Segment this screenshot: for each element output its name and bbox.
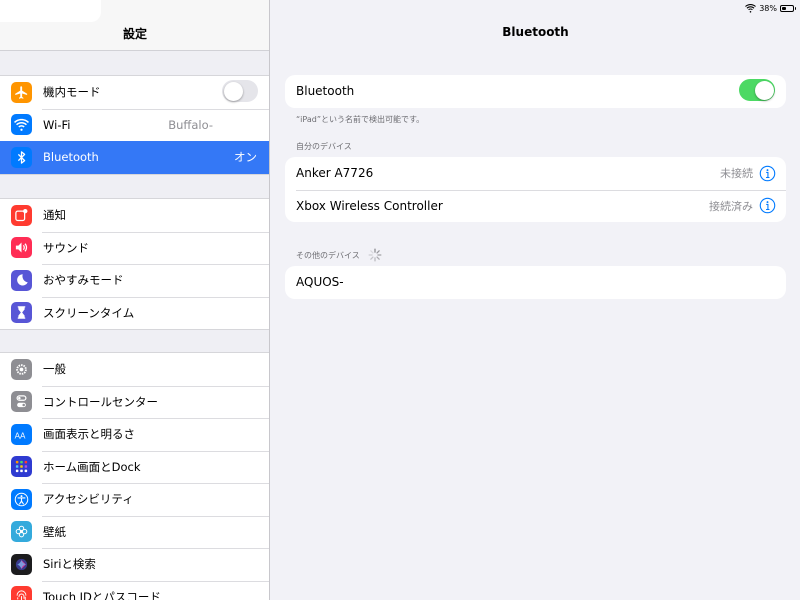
wifi-network-name: Buffalo- — [168, 117, 213, 132]
sidebar-item-label: アクセシビリティ — [43, 492, 134, 507]
device-row-anker[interactable]: Anker A7726 未接続 — [285, 157, 786, 190]
sound-icon — [11, 237, 32, 258]
device-name: AQUOS- — [296, 275, 344, 290]
sidebar-item-label: Bluetooth — [43, 150, 99, 165]
sidebar-item-bluetooth[interactable]: Bluetooth オン — [0, 141, 269, 174]
sidebar-header: 設定 — [0, 0, 269, 51]
fingerprint-icon — [11, 586, 32, 600]
sidebar-item-screen-time[interactable]: スクリーンタイム — [0, 296, 269, 330]
info-icon[interactable] — [759, 165, 776, 182]
moon-icon — [11, 269, 32, 291]
device-status: 未接続 — [720, 167, 753, 181]
switches-icon — [11, 391, 32, 412]
my-devices-list: Anker A7726 未接続 Xbox Wireless Controller… — [285, 157, 786, 222]
device-name: Xbox Wireless Controller — [296, 198, 443, 213]
gear-icon — [11, 358, 32, 380]
sidebar-item-label: 通知 — [43, 208, 66, 223]
other-devices-list: AQUOS- — [285, 266, 786, 299]
info-icon[interactable] — [759, 197, 776, 214]
sidebar-item-control-center[interactable]: コントロールセンター — [0, 385, 269, 419]
sidebar-item-home-screen-dock[interactable]: ホーム画面とDock — [0, 450, 269, 484]
sidebar-item-label: 壁紙 — [43, 524, 66, 539]
sidebar-item-label: サウンド — [43, 240, 89, 255]
home-grid-icon — [11, 456, 32, 477]
search-field[interactable] — [0, 0, 101, 22]
bluetooth-detail-pane: Bluetooth Bluetooth “iPad”という名前で検出可能です。 … — [271, 0, 800, 600]
device-row-aquos[interactable]: AQUOS- — [285, 266, 786, 299]
sidebar-item-siri-search[interactable]: Siriと検索 — [0, 548, 269, 581]
airplane-icon — [11, 81, 32, 103]
wifi-icon — [11, 114, 32, 135]
sidebar-item-display-brightness[interactable]: AA 画面表示と明るさ — [0, 418, 269, 451]
settings-sidebar: 設定 機内モード Wi-Fi Buffalo- Bluetooth オン 通知 … — [0, 0, 270, 600]
sidebar-item-accessibility[interactable]: アクセシビリティ — [0, 483, 269, 516]
bluetooth-toggle[interactable] — [739, 79, 775, 101]
toggle-knob — [754, 80, 774, 100]
svg-text:AA: AA — [15, 431, 26, 440]
siri-icon — [11, 553, 32, 575]
sidebar-group-general: 一般 コントロールセンター AA 画面表示と明るさ ホーム画面とDock アクセ… — [0, 352, 269, 600]
bluetooth-toggle-row: Bluetooth — [285, 75, 786, 108]
bluetooth-toggle-label: Bluetooth — [296, 84, 355, 99]
sidebar-item-notifications[interactable]: 通知 — [0, 199, 269, 232]
sidebar-item-label: Touch IDとパスコード — [43, 589, 161, 600]
sidebar-group-notifications: 通知 サウンド おやすみモード スクリーンタイム — [0, 198, 269, 330]
sidebar-item-label: コントロールセンター — [43, 394, 158, 409]
other-devices-header: その他のデバイス — [296, 248, 382, 262]
my-devices-header-label: 自分のデバイス — [296, 142, 352, 151]
device-row-xbox[interactable]: Xbox Wireless Controller 接続済み — [285, 189, 786, 223]
device-status: 接続済み — [709, 199, 753, 213]
text-size-icon: AA — [11, 423, 32, 445]
sidebar-item-label: Wi-Fi — [43, 117, 71, 132]
my-devices-header: 自分のデバイス — [296, 141, 352, 152]
sidebar-item-label: スクリーンタイム — [43, 305, 135, 320]
sidebar-item-label: 一般 — [43, 362, 66, 377]
flower-icon — [11, 521, 32, 542]
sidebar-group-connectivity: 機内モード Wi-Fi Buffalo- Bluetooth オン — [0, 75, 269, 175]
sidebar-item-wifi[interactable]: Wi-Fi Buffalo- — [0, 108, 269, 142]
loading-spinner-icon — [368, 248, 382, 262]
sidebar-item-wallpaper[interactable]: 壁紙 — [0, 515, 269, 549]
bluetooth-toggle-card: Bluetooth — [285, 75, 786, 108]
sidebar-item-label: 画面表示と明るさ — [43, 427, 135, 442]
sidebar-item-label: 機内モード — [43, 85, 101, 100]
other-devices-header-label: その他のデバイス — [296, 250, 360, 260]
notifications-icon — [11, 204, 32, 226]
bluetooth-icon — [11, 146, 32, 168]
discoverable-note: “iPad”という名前で検出可能です。 — [296, 115, 425, 124]
page-title: Bluetooth — [502, 25, 569, 39]
bluetooth-status-value: オン — [234, 150, 257, 165]
sidebar-item-do-not-disturb[interactable]: おやすみモード — [0, 264, 269, 297]
sidebar-item-general[interactable]: 一般 — [0, 353, 269, 386]
accessibility-icon — [11, 488, 32, 510]
hourglass-icon — [11, 302, 32, 323]
sidebar-item-airplane-mode[interactable]: 機内モード — [0, 76, 269, 109]
sidebar-item-sounds[interactable]: サウンド — [0, 231, 269, 265]
sidebar-item-label: ホーム画面とDock — [43, 459, 141, 474]
sidebar-item-label: Siriと検索 — [43, 557, 96, 572]
sidebar-item-label: おやすみモード — [43, 273, 124, 288]
sidebar-item-touch-id-passcode[interactable]: Touch IDとパスコード — [0, 580, 269, 600]
toggle-knob — [223, 81, 243, 101]
device-name: Anker A7726 — [296, 166, 374, 181]
sidebar-title: 設定 — [122, 27, 147, 41]
airplane-mode-toggle[interactable] — [222, 80, 258, 102]
